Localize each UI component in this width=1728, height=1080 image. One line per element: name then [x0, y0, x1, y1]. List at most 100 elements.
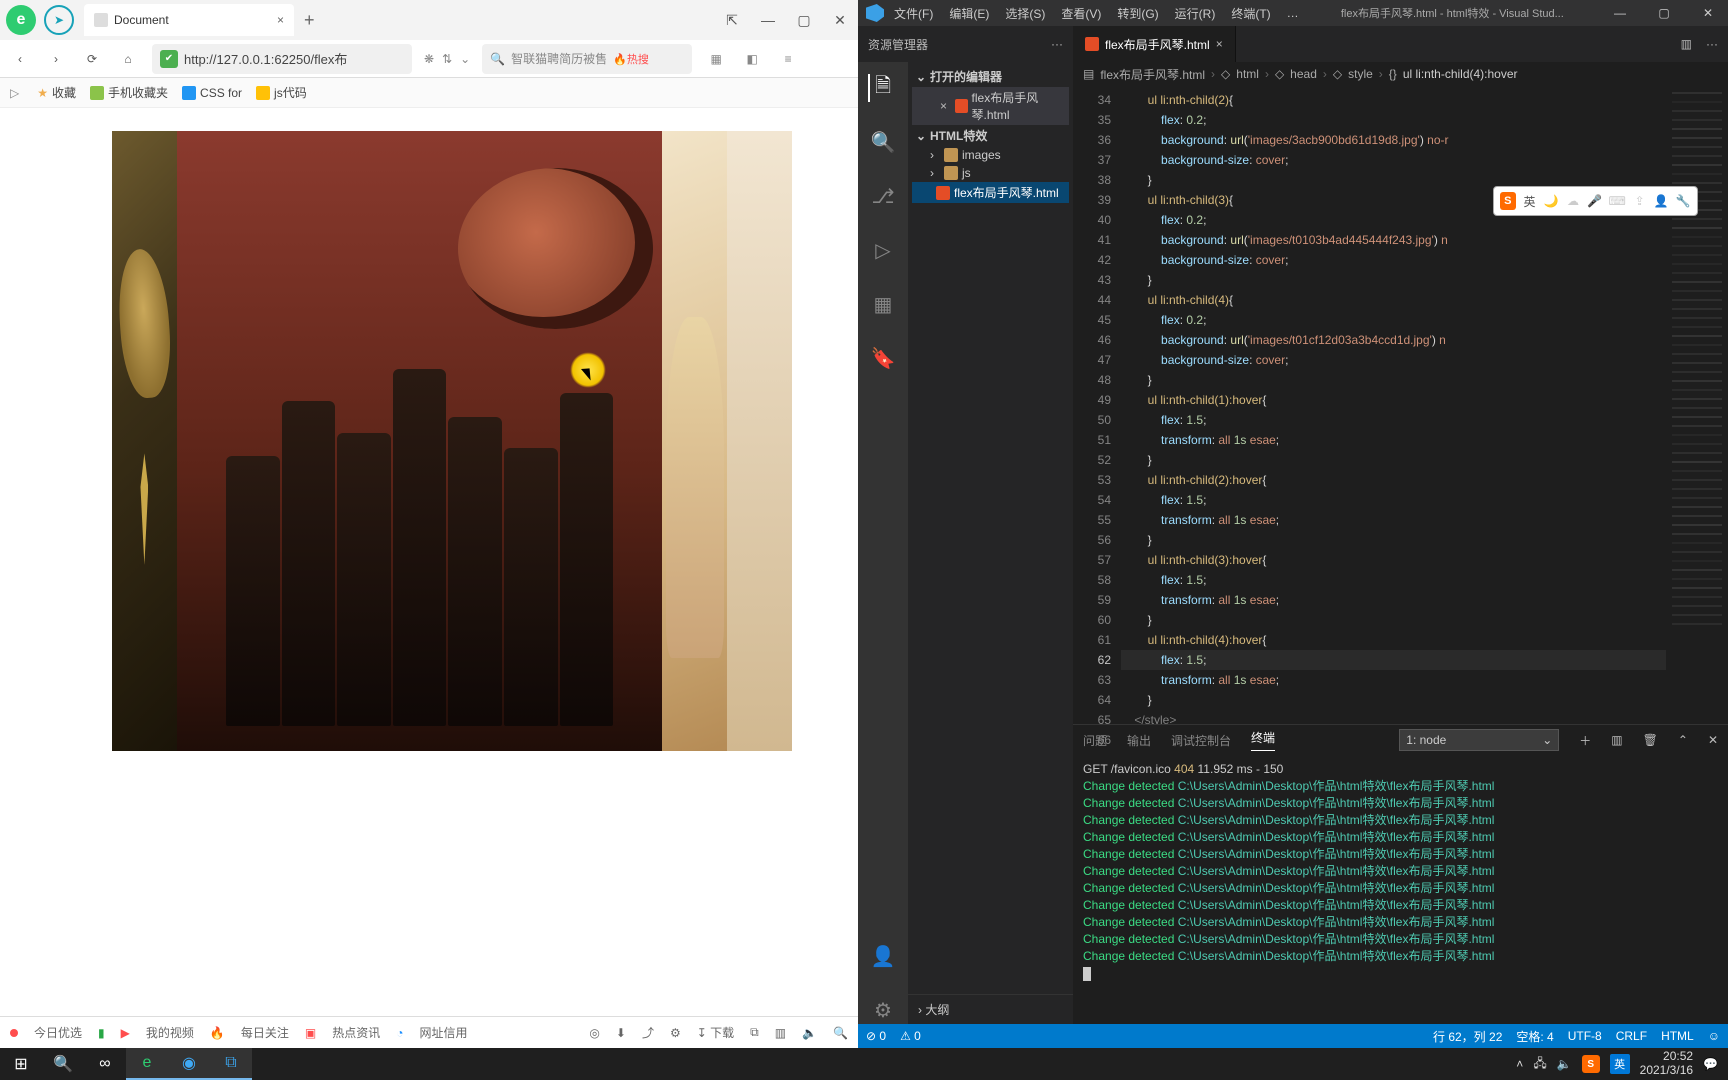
browser-tab[interactable]: Document ×: [84, 4, 294, 36]
file-active[interactable]: flex布局手风琴.html: [912, 182, 1069, 203]
activity-explorer-icon[interactable]: 🗎: [868, 74, 896, 102]
open-editor-file[interactable]: × flex布局手风琴.html: [912, 87, 1069, 125]
terminal-body[interactable]: GET /favicon.ico 404 11.952 ms - 150Chan…: [1073, 755, 1728, 1024]
term-tab-terminal[interactable]: 终端: [1251, 729, 1275, 751]
vscode-minimize-icon[interactable]: —: [1600, 0, 1640, 26]
new-tab-button[interactable]: +: [304, 10, 315, 31]
folder-images[interactable]: ›images: [912, 146, 1069, 164]
editor-tab[interactable]: flex布局手风琴.html ×: [1073, 26, 1236, 62]
browser-logo-icon[interactable]: e: [6, 5, 36, 35]
bottom-icon-5[interactable]: ⧉: [750, 1025, 759, 1040]
grid-icon[interactable]: ▦: [704, 47, 728, 71]
menu-edit[interactable]: 编辑(E): [943, 5, 995, 22]
vscode-maximize-icon[interactable]: ▢: [1644, 0, 1684, 26]
ime-lang[interactable]: 英: [1522, 192, 1538, 210]
back-icon[interactable]: ‹: [8, 47, 32, 71]
status-feedback-icon[interactable]: ☺: [1708, 1029, 1720, 1043]
bookmark-js[interactable]: js代码: [256, 84, 307, 101]
terminal-maximize-icon[interactable]: ⌃: [1678, 733, 1688, 747]
task-browser[interactable]: e: [126, 1048, 168, 1080]
breadcrumb[interactable]: ▤flex布局手风琴.html› ◇html› ◇head› ◇style› {…: [1073, 62, 1728, 86]
explorer-more-icon[interactable]: ···: [1051, 37, 1063, 51]
bottom-icon-1[interactable]: ⬇: [616, 1026, 626, 1040]
activity-bookmark-icon[interactable]: 🔖: [869, 344, 897, 372]
accordion-panel-1[interactable]: [112, 131, 177, 751]
split-editor-icon[interactable]: ▥: [1681, 37, 1692, 51]
status-position[interactable]: 行 62，列 22: [1433, 1028, 1502, 1045]
ime-moon-icon[interactable]: 🌙: [1543, 192, 1559, 210]
terminal-new-icon[interactable]: ＋: [1579, 732, 1591, 749]
bottom-item-4[interactable]: 网址信用: [419, 1024, 467, 1041]
activity-scm-icon[interactable]: ⎇: [869, 182, 897, 210]
bookmark-favorites[interactable]: ★收藏: [37, 84, 76, 101]
menu-run[interactable]: 运行(R): [1169, 5, 1222, 22]
bottom-icon-2[interactable]: ⤴: [642, 1024, 654, 1041]
ime-kbd-icon[interactable]: ⌨: [1609, 192, 1626, 210]
bookmark-mobile[interactable]: 手机收藏夹: [90, 84, 168, 101]
bottom-download[interactable]: ↧ 下载: [697, 1024, 734, 1041]
terminal-split-icon[interactable]: ▥: [1611, 733, 1622, 747]
tray-up-icon[interactable]: ˄: [1516, 1057, 1523, 1071]
status-errors[interactable]: ⊘ 0: [866, 1029, 886, 1043]
tab-close-icon[interactable]: ×: [277, 13, 284, 27]
bottom-item-2[interactable]: 每日关注: [241, 1024, 289, 1041]
play-icon[interactable]: ▷: [10, 86, 19, 100]
status-warnings[interactable]: ⚠ 0: [900, 1029, 921, 1043]
tray-ime-brand-icon[interactable]: S: [1582, 1055, 1600, 1073]
term-tab-debug[interactable]: 调试控制台: [1171, 732, 1231, 749]
tray-clock[interactable]: 20:522021/3/16: [1640, 1050, 1693, 1078]
bottom-item-0[interactable]: 今日优选: [34, 1024, 82, 1041]
project-header[interactable]: ⌄HTML特效: [912, 125, 1069, 146]
menu-more[interactable]: …: [1281, 6, 1305, 20]
bottom-item-1[interactable]: 我的视频: [146, 1024, 194, 1041]
search-box[interactable]: 🔍 智联猫聘简历被售 🔥热搜: [482, 44, 692, 74]
accordion-panel-4[interactable]: [727, 131, 792, 751]
url-input[interactable]: [184, 44, 404, 74]
tab-more-icon[interactable]: ···: [1706, 37, 1718, 51]
home-icon[interactable]: ⌂: [116, 47, 140, 71]
close-icon[interactable]: ✕: [822, 0, 858, 40]
outline-header[interactable]: › 大纲: [908, 994, 1073, 1024]
tray-volume-icon[interactable]: 🔈: [1557, 1057, 1572, 1071]
bottom-item-3[interactable]: 热点资讯: [332, 1024, 380, 1041]
accordion-panel-2[interactable]: [177, 131, 663, 751]
start-button[interactable]: ⊞: [0, 1048, 42, 1080]
accordion-panel-3[interactable]: [662, 131, 727, 751]
term-tab-output[interactable]: 输出: [1127, 732, 1151, 749]
bottom-icon-3[interactable]: ⚙: [670, 1026, 681, 1040]
menu-file[interactable]: 文件(F): [888, 5, 939, 22]
status-eol[interactable]: CRLF: [1616, 1029, 1647, 1043]
code-area[interactable]: ul li:nth-child(2){ flex: 0.2; backgroun…: [1121, 86, 1666, 724]
ime-user-icon[interactable]: 👤: [1654, 192, 1670, 210]
bottom-icon-7[interactable]: 🔈: [802, 1026, 817, 1040]
tray-notifications-icon[interactable]: 💬: [1703, 1057, 1718, 1071]
forward-icon[interactable]: ›: [44, 47, 68, 71]
ime-caps-icon[interactable]: ⇪: [1632, 192, 1648, 210]
bottom-icon-6[interactable]: ▥: [775, 1026, 786, 1040]
tray-ime[interactable]: 英: [1610, 1054, 1630, 1074]
chevron-down-icon[interactable]: ⌄: [460, 52, 470, 66]
menu-terminal[interactable]: 终端(T): [1225, 5, 1276, 22]
swap-icon[interactable]: ⇅: [442, 52, 452, 66]
ime-toolbar[interactable]: S 英 🌙 ☁ 🎤 ⌨ ⇪ 👤 🔧: [1493, 186, 1698, 216]
terminal-close-icon[interactable]: ✕: [1708, 733, 1718, 747]
activity-search-icon[interactable]: 🔍: [869, 128, 897, 156]
pin-icon[interactable]: ⇱: [714, 0, 750, 40]
ime-mic-icon[interactable]: 🎤: [1587, 192, 1603, 210]
task-vscode[interactable]: ⧉: [210, 1048, 252, 1080]
minimap[interactable]: [1666, 86, 1728, 724]
task-search-icon[interactable]: 🔍: [42, 1048, 84, 1080]
open-editors-header[interactable]: ⌄打开的编辑器: [912, 66, 1069, 87]
activity-account-icon[interactable]: 👤: [869, 942, 897, 970]
status-indent[interactable]: 空格: 4: [1516, 1028, 1553, 1045]
status-encoding[interactable]: UTF-8: [1568, 1029, 1602, 1043]
menu-select[interactable]: 选择(S): [999, 5, 1051, 22]
reload-icon[interactable]: ⟳: [80, 47, 104, 71]
terminal-trash-icon[interactable]: 🗑: [1643, 733, 1658, 747]
menu-goto[interactable]: 转到(G): [1111, 5, 1164, 22]
editor-tab-close-icon[interactable]: ×: [1216, 37, 1223, 51]
activity-debug-icon[interactable]: ▷: [869, 236, 897, 264]
url-box[interactable]: ✔: [152, 44, 412, 74]
activity-gear-icon[interactable]: ⚙: [869, 996, 897, 1024]
activity-extensions-icon[interactable]: ▦: [869, 290, 897, 318]
